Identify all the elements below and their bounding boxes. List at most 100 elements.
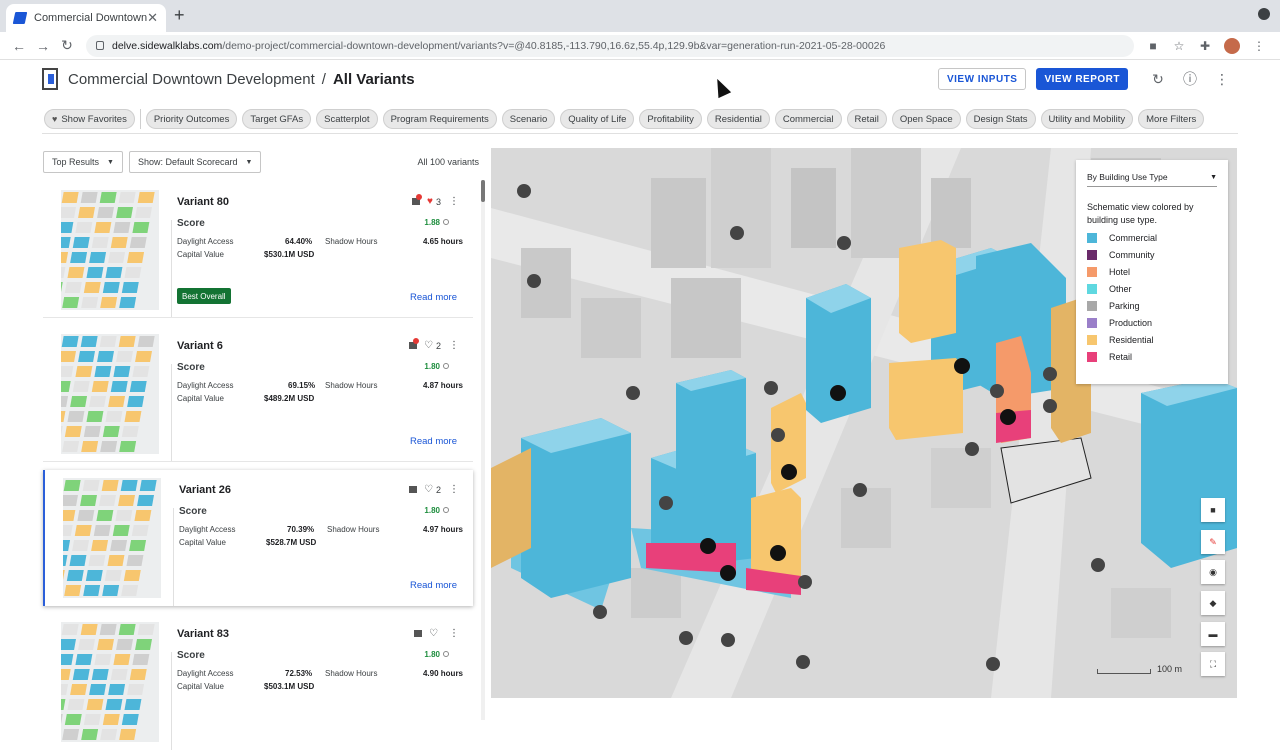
- fullscreen-button[interactable]: ⛶: [1201, 652, 1225, 676]
- legend-description: Schematic view colored by building use t…: [1087, 202, 1194, 225]
- extensions-icon[interactable]: ✚: [1192, 39, 1218, 53]
- filter-scatterplot[interactable]: Scatterplot: [316, 109, 378, 129]
- favorite-heart-icon[interactable]: ♥: [427, 196, 433, 207]
- filter-retail[interactable]: Retail: [846, 109, 887, 129]
- chip-label: Show Favorites: [61, 113, 127, 125]
- favorite-count: 3: [435, 196, 441, 207]
- filter-target-gfas[interactable]: Target GFAs: [242, 109, 312, 129]
- comment-icon: ■: [1210, 505, 1216, 515]
- read-more-link[interactable]: Read more: [410, 436, 457, 447]
- favicon-icon: [12, 12, 28, 24]
- ruler-icon: ▬: [1208, 629, 1218, 639]
- list-controls: Top Results ▼ Show: Default Scorecard ▼ Al…: [43, 151, 483, 173]
- annotate-button[interactable]: ✎: [1201, 530, 1225, 554]
- card-divider: [171, 364, 172, 462]
- daylight-label: Daylight Access: [177, 237, 234, 246]
- star-icon[interactable]: ☆: [1166, 39, 1192, 53]
- capital-label: Capital Value: [179, 538, 226, 547]
- fullscreen-icon: ⛶: [1209, 658, 1217, 669]
- notification-dot: [413, 338, 420, 344]
- app-header: Commercial Downtown Development / All Va…: [42, 60, 1238, 98]
- comment-icon[interactable]: [409, 338, 420, 349]
- legend-item-production: Production: [1087, 317, 1217, 329]
- filter-program-requirements[interactable]: Program Requirements: [382, 109, 497, 129]
- daylight-value: 69.15%: [288, 381, 316, 390]
- view-report-button[interactable]: VIEW REPORT: [1036, 68, 1128, 90]
- window-menu-icon[interactable]: [1258, 8, 1270, 20]
- more-menu-icon[interactable]: ⋮: [1206, 71, 1238, 88]
- sort-dropdown[interactable]: Top Results ▼: [43, 151, 123, 173]
- breadcrumb-project[interactable]: Commercial Downtown Development: [68, 71, 315, 88]
- legend-swatch: [1087, 233, 1097, 243]
- more-options-icon[interactable]: ⋮: [449, 340, 459, 351]
- browser-tab[interactable]: Commercial Downtown Development ✕: [6, 4, 166, 32]
- legend-label: Other: [1109, 284, 1132, 294]
- read-more-link[interactable]: Read more: [410, 292, 457, 303]
- new-tab-icon[interactable]: +: [174, 5, 185, 26]
- close-tab-icon[interactable]: ✕: [147, 10, 158, 26]
- reload-icon[interactable]: ↻: [56, 37, 78, 54]
- variant-card-selected[interactable]: Variant 26 ♡ 2 ⋮ Score 1.80 Daylight Acc…: [43, 470, 473, 606]
- view-inputs-button[interactable]: VIEW INPUTS: [937, 68, 1027, 90]
- browser-menu-icon[interactable]: ⋮: [1246, 39, 1272, 53]
- comment-mode-button[interactable]: ■: [1201, 498, 1225, 522]
- url-field[interactable]: delve.sidewalklabs.com /demo-project/com…: [86, 34, 1134, 57]
- legend-label: Production: [1109, 318, 1153, 328]
- daylight-label: Daylight Access: [177, 381, 234, 390]
- filter-quality-of-life[interactable]: Quality of Life: [560, 109, 635, 129]
- more-options-icon[interactable]: ⋮: [449, 484, 459, 495]
- comment-icon[interactable]: [409, 486, 418, 493]
- filter-scenario[interactable]: Scenario: [501, 109, 556, 129]
- forward-icon[interactable]: →: [32, 38, 54, 54]
- scale-label: 100 m: [1157, 664, 1183, 674]
- list-scrollbar[interactable]: [481, 180, 485, 720]
- scorecard-dropdown[interactable]: Show: Default Scorecard ▼: [128, 151, 262, 173]
- filter-open-space[interactable]: Open Space: [891, 109, 961, 129]
- legend-label: Residential: [1109, 335, 1154, 345]
- variant-actions: ♡ ⋮: [414, 628, 459, 639]
- variant-card[interactable]: Variant 83 ♡ ⋮ Score 1.80 Daylight Acces…: [43, 614, 473, 750]
- legend-type-dropdown[interactable]: By Building Use Type ▼: [1087, 172, 1217, 187]
- favorite-heart-icon[interactable]: ♡: [429, 628, 438, 639]
- tab-title: Commercial Downtown Development: [34, 12, 148, 24]
- filter-profitability[interactable]: Profitability: [639, 109, 702, 129]
- filter-commercial[interactable]: Commercial: [774, 109, 842, 129]
- favorite-heart-icon[interactable]: ♡: [424, 340, 433, 351]
- read-more-link[interactable]: Read more: [410, 580, 457, 591]
- variant-thumbnail[interactable]: [63, 478, 161, 598]
- favorite-heart-icon[interactable]: ♡: [424, 484, 433, 495]
- legend-item-residential: Residential: [1087, 334, 1217, 346]
- help-icon[interactable]: ⓘ: [1174, 69, 1206, 89]
- delve-logo-icon[interactable]: [42, 68, 58, 90]
- legend-item-community: Community: [1087, 249, 1217, 261]
- comment-icon[interactable]: [414, 630, 423, 637]
- card-divider: [173, 508, 174, 606]
- scrollbar-thumb[interactable]: [481, 180, 485, 202]
- more-options-icon[interactable]: ⋮: [449, 628, 459, 639]
- screenshot-button[interactable]: ◉: [1201, 560, 1225, 584]
- measure-button[interactable]: ▬: [1201, 622, 1225, 646]
- comment-icon[interactable]: [412, 194, 423, 205]
- layers-button[interactable]: ◆: [1201, 591, 1225, 615]
- refresh-icon[interactable]: ↻: [1142, 71, 1174, 88]
- filter-residential[interactable]: Residential: [706, 109, 770, 129]
- avatar[interactable]: [1224, 37, 1240, 54]
- legend-swatch: [1087, 250, 1097, 260]
- back-icon[interactable]: ←: [8, 38, 30, 54]
- shadow-label: Shadow Hours: [327, 525, 380, 534]
- filter-utility-and-mobility[interactable]: Utility and Mobility: [1040, 109, 1134, 129]
- variant-thumbnail[interactable]: [61, 622, 159, 742]
- filter-show-favorites[interactable]: ♥ Show Favorites: [44, 109, 135, 129]
- legend-selector-label: By Building Use Type: [1087, 172, 1168, 182]
- variant-card[interactable]: Variant 80 ♥ 3 ⋮ Score 1.88 Daylight Acc…: [43, 182, 473, 318]
- legend-item-parking: Parking: [1087, 300, 1217, 312]
- camera-icon[interactable]: ■: [1140, 39, 1166, 53]
- filter-more-filters[interactable]: More Filters: [1138, 109, 1205, 129]
- variant-count: All 100 variants: [417, 157, 479, 167]
- variant-card[interactable]: Variant 6 ♡ 2 ⋮ Score 1.80 Daylight Acce…: [43, 326, 473, 462]
- more-options-icon[interactable]: ⋮: [449, 196, 459, 207]
- filter-priority-outcomes[interactable]: Priority Outcomes: [145, 109, 238, 129]
- variant-thumbnail[interactable]: [61, 334, 159, 454]
- filter-design-stats[interactable]: Design Stats: [965, 109, 1036, 129]
- variant-thumbnail[interactable]: [61, 190, 159, 310]
